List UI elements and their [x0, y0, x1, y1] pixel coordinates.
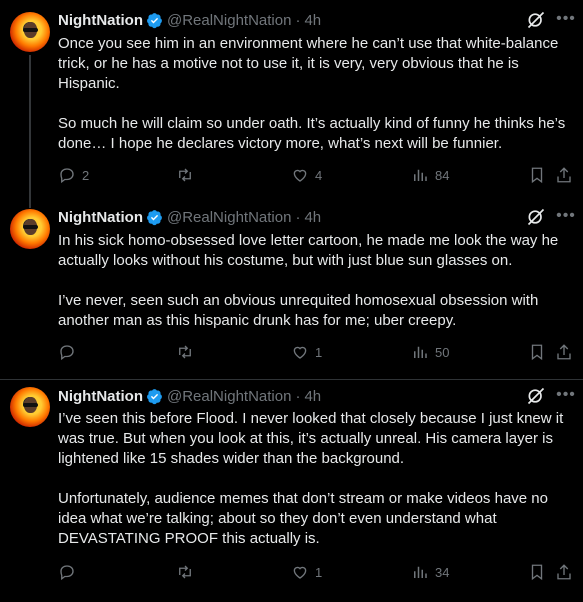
avatar[interactable]: [10, 12, 50, 52]
tweet-actions: 2 4 84: [58, 165, 578, 185]
tweet-paragraph: I’ve seen this before Flood. I never loo…: [58, 410, 564, 467]
views-count: 34: [435, 564, 450, 580]
verified-badge-icon: [147, 209, 162, 225]
repost-icon: [179, 565, 191, 579]
thread-line: [29, 55, 31, 200]
bookmark-icon: [531, 344, 543, 361]
views-icon: [414, 346, 427, 358]
verified-badge-icon: [147, 12, 162, 28]
bookmark-icon: [531, 167, 543, 184]
views-count: 84: [435, 167, 450, 183]
tweet-text: In his sick homo-obsessed love letter ca…: [58, 231, 578, 331]
tweet-paragraph: So much he will claim so under oath. It’…: [58, 115, 566, 152]
thread-line: [29, 200, 31, 208]
author-handle[interactable]: @RealNightNation: [167, 209, 291, 226]
share-button[interactable]: [555, 342, 573, 362]
author-handle[interactable]: @RealNightNation: [167, 12, 291, 29]
author-name[interactable]: NightNation: [58, 12, 143, 29]
views-button[interactable]: 50: [411, 342, 449, 362]
grok-icon[interactable]: [526, 386, 546, 406]
views-count: 50: [435, 344, 450, 360]
like-button[interactable]: 1: [291, 562, 322, 582]
tweet-paragraph: Once you see him in an environment where…: [58, 35, 559, 92]
bookmark-button[interactable]: [528, 342, 546, 362]
tweet-header: NightNation @RealNightNation · 4h: [58, 10, 321, 30]
grok-icon[interactable]: [526, 207, 546, 227]
timestamp[interactable]: 4h: [304, 209, 321, 226]
like-button[interactable]: 1: [291, 342, 322, 362]
reply-icon: [60, 168, 74, 184]
tweet-text: I’ve seen this before Flood. I never loo…: [58, 409, 578, 549]
more-icon[interactable]: •••: [556, 386, 576, 406]
avatar[interactable]: [10, 387, 50, 427]
repost-icon: [179, 345, 191, 359]
like-icon: [293, 346, 307, 359]
separator-dot: ·: [295, 208, 301, 226]
timestamp[interactable]: 4h: [304, 388, 321, 405]
bookmark-button[interactable]: [528, 165, 546, 185]
separator-dot: ·: [295, 11, 301, 29]
views-button[interactable]: 34: [411, 562, 449, 582]
author-name[interactable]: NightNation: [58, 209, 143, 226]
views-button[interactable]: 84: [411, 165, 449, 185]
tweet-1[interactable]: NightNation @RealNightNation · 4h ••• On…: [0, 0, 583, 200]
tweet-2[interactable]: NightNation @RealNightNation · 4h ••• In…: [0, 200, 583, 380]
grok-icon[interactable]: [526, 10, 546, 30]
tweet-header: NightNation @RealNightNation · 4h: [58, 386, 321, 406]
repost-button[interactable]: [176, 562, 200, 582]
reply-icon: [60, 345, 74, 361]
author-handle[interactable]: @RealNightNation: [167, 388, 291, 405]
more-icon[interactable]: •••: [556, 207, 576, 227]
timestamp[interactable]: 4h: [304, 12, 321, 29]
like-count: 1: [315, 564, 323, 580]
tweet-paragraph: In his sick homo-obsessed love letter ca…: [58, 232, 559, 269]
share-icon: [557, 564, 571, 580]
like-count: 4: [315, 167, 323, 183]
author-name[interactable]: NightNation: [58, 388, 143, 405]
tweet-text: Once you see him in an environment where…: [58, 34, 578, 154]
repost-icon: [179, 168, 191, 182]
tweet-3[interactable]: NightNation @RealNightNation · 4h ••• I’…: [0, 380, 583, 602]
like-icon: [293, 169, 307, 182]
tweet-actions: 1 50: [58, 342, 578, 362]
verified-badge-icon: [147, 388, 162, 404]
like-count: 1: [315, 344, 323, 360]
reply-button[interactable]: [58, 562, 82, 582]
bookmark-icon: [531, 564, 543, 581]
repost-button[interactable]: [176, 342, 200, 362]
avatar[interactable]: [10, 209, 50, 249]
reply-button[interactable]: 2: [58, 165, 89, 185]
separator-dot: ·: [295, 387, 301, 405]
like-button[interactable]: 4: [291, 165, 322, 185]
share-button[interactable]: [555, 165, 573, 185]
tweet-paragraph: Unfortunately, audience memes that don’t…: [58, 490, 548, 547]
tweet-actions: 1 34: [58, 562, 578, 582]
tweet-header: NightNation @RealNightNation · 4h: [58, 207, 321, 227]
more-icon[interactable]: •••: [556, 10, 576, 30]
reply-icon: [60, 565, 74, 581]
share-icon: [557, 344, 571, 360]
reply-button[interactable]: [58, 342, 82, 362]
tweet-paragraph: I’ve never, seen such an obvious unrequi…: [58, 292, 539, 329]
reply-count: 2: [82, 167, 90, 183]
repost-button[interactable]: [176, 165, 200, 185]
bookmark-button[interactable]: [528, 562, 546, 582]
views-icon: [414, 566, 427, 578]
views-icon: [414, 169, 427, 181]
share-button[interactable]: [555, 562, 573, 582]
like-icon: [293, 566, 307, 579]
share-icon: [557, 167, 571, 183]
